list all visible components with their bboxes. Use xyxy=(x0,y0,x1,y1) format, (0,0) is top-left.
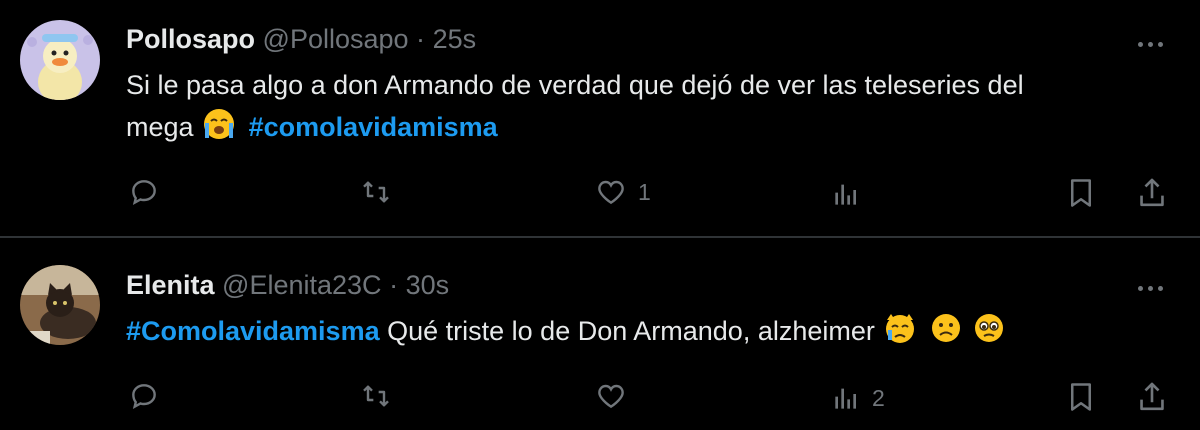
views-count: 2 xyxy=(872,384,885,411)
more-icon[interactable] xyxy=(1138,278,1168,298)
tweet-divider xyxy=(0,236,1200,238)
bookmark-button[interactable] xyxy=(1066,176,1096,210)
share-icon xyxy=(1140,178,1164,207)
more-icon[interactable] xyxy=(1138,34,1168,54)
retweet-button[interactable] xyxy=(358,380,394,412)
holding-back-tears-icon xyxy=(975,314,1004,342)
like-icon xyxy=(598,384,624,409)
bookmark-icon xyxy=(1071,383,1091,411)
avatar[interactable] xyxy=(20,20,100,100)
avatar[interactable] xyxy=(20,265,100,345)
tweet-text: #Comolavidamisma Qué triste lo de Don Ar… xyxy=(126,310,1176,352)
reply-button[interactable] xyxy=(128,176,160,208)
reply-button[interactable] xyxy=(128,380,160,412)
retweet-icon xyxy=(363,181,389,203)
like-icon xyxy=(598,180,624,205)
tweet-text-body: Qué triste lo de Don Armando, alzheimer xyxy=(387,316,875,346)
tweet-text: Si le pasa algo a don Armando de verdad … xyxy=(126,64,1176,148)
like-button[interactable] xyxy=(594,380,638,412)
crying-cat-icon xyxy=(886,314,915,343)
hashtag-link[interactable]: #comolavidamisma xyxy=(249,112,498,142)
slightly-frowning-face-icon xyxy=(931,314,960,342)
display-name[interactable]: Pollosapo xyxy=(126,24,255,54)
views-button[interactable]: 2 xyxy=(830,382,885,414)
views-icon xyxy=(835,388,856,409)
timestamp[interactable]: 25s xyxy=(433,24,477,54)
tweet[interactable]: Elenita @Elenita23C · 30s #Comolavidamis… xyxy=(0,240,1200,430)
separator: · xyxy=(389,270,399,300)
like-count: 1 xyxy=(638,178,651,205)
bookmark-icon xyxy=(1071,179,1091,207)
loudly-crying-face-icon xyxy=(204,109,235,139)
retweet-icon xyxy=(363,385,389,407)
like-button[interactable]: 1 xyxy=(594,176,651,208)
views-icon xyxy=(835,184,856,205)
reply-icon xyxy=(132,180,156,206)
tweet-text-line: mega xyxy=(126,112,194,142)
retweet-button[interactable] xyxy=(358,176,394,208)
avatar-cat-image xyxy=(20,265,100,345)
timestamp[interactable]: 30s xyxy=(406,270,450,300)
display-name[interactable]: Elenita xyxy=(126,270,215,300)
share-icon xyxy=(1140,382,1164,411)
views-button[interactable] xyxy=(830,178,872,210)
share-button[interactable] xyxy=(1136,176,1168,210)
share-button[interactable] xyxy=(1136,380,1168,414)
handle[interactable]: @Pollosapo xyxy=(263,24,409,54)
handle[interactable]: @Elenita23C xyxy=(222,270,382,300)
hashtag-link[interactable]: #Comolavidamisma xyxy=(126,316,380,346)
tweet[interactable]: Pollosapo @Pollosapo · 25s Si le pasa al… xyxy=(0,0,1200,236)
bookmark-button[interactable] xyxy=(1066,380,1096,414)
avatar-duck-image xyxy=(20,20,100,100)
tweet-text-line: Si le pasa algo a don Armando de verdad … xyxy=(126,70,1024,100)
separator: · xyxy=(416,24,426,54)
reply-icon xyxy=(132,384,156,410)
